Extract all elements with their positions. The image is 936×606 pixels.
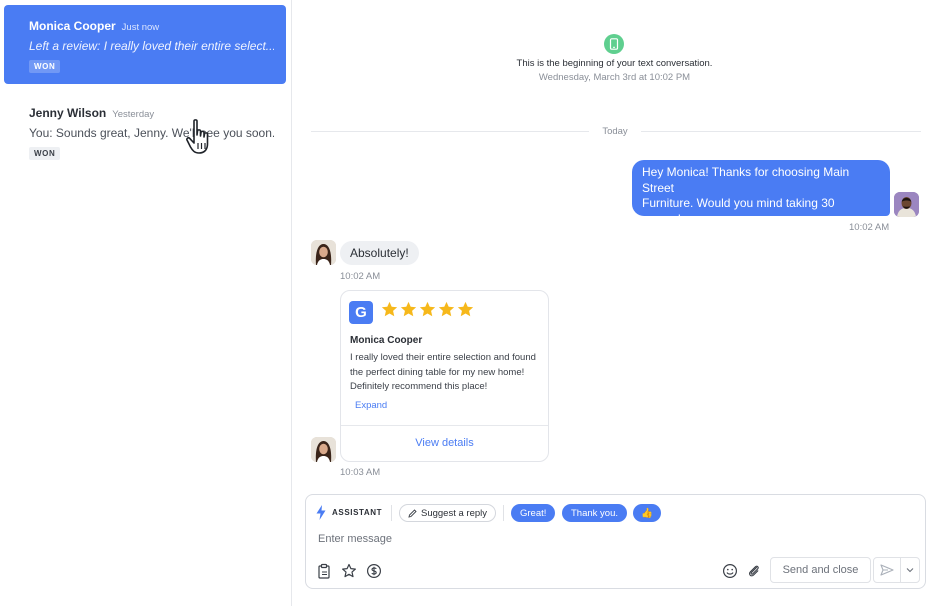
conversation-start-text: This is the beginning of your text conve… — [516, 58, 713, 69]
card-divider — [341, 425, 548, 426]
toolbar-divider — [391, 505, 392, 521]
star-icon — [438, 301, 455, 317]
day-divider-line — [311, 131, 589, 132]
star-rating — [381, 301, 474, 318]
send-icon — [880, 564, 894, 576]
conversation-item-monica[interactable]: Monica Cooper Just now Left a review: I … — [4, 5, 286, 84]
message-input[interactable] — [318, 533, 718, 545]
dollar-icon[interactable] — [366, 563, 382, 579]
hand-cursor-icon — [186, 119, 209, 154]
send-and-close-button[interactable]: Send and close — [770, 557, 871, 583]
view-details-button[interactable]: View details — [341, 437, 548, 449]
quick-reply-great[interactable]: Great! — [511, 504, 556, 522]
conversation-start-date: Wednesday, March 3rd at 10:02 PM — [538, 72, 691, 83]
status-badge: WON — [29, 147, 61, 160]
star-icon — [381, 301, 398, 317]
day-divider-line — [641, 131, 921, 132]
toolbar-divider — [503, 505, 504, 521]
assistant-label: ASSISTANT — [332, 508, 383, 517]
avatar — [311, 437, 336, 462]
incoming-message: Absolutely! — [340, 241, 419, 265]
conversation-list: Monica Cooper Just now Left a review: I … — [0, 0, 292, 606]
conversation-preview: Left a review: I really loved their enti… — [29, 39, 274, 53]
phone-icon — [604, 34, 624, 54]
conversation-item-jenny[interactable]: Jenny Wilson Yesterday You: Sounds great… — [4, 92, 286, 160]
app: Monica Cooper Just now Left a review: I … — [0, 0, 936, 606]
message-time: 10:03 AM — [340, 467, 381, 478]
star-icon — [400, 301, 417, 317]
conversation-preview: You: Sounds great, Jenny. We'll see you … — [29, 126, 274, 140]
conversation-name: Jenny Wilson — [29, 106, 107, 120]
emoji-icon[interactable] — [722, 563, 738, 579]
expand-link[interactable]: Expand — [355, 400, 387, 411]
quick-reply-thumbs-up[interactable]: 👍 — [633, 504, 661, 522]
avatar — [311, 240, 336, 265]
clipboard-icon[interactable] — [316, 563, 332, 579]
review-card: G Monica Cooper I really loved their ent… — [340, 290, 549, 462]
review-text: I really loved their entire selection an… — [350, 352, 536, 392]
day-divider-label: Today — [602, 126, 628, 137]
review-link[interactable]: https://podium.co/xYz1234 — [642, 243, 783, 257]
pencil-icon — [408, 508, 417, 518]
google-logo-icon: G — [349, 301, 373, 324]
conversation-time: Just now — [121, 22, 160, 33]
star-icon — [419, 301, 436, 317]
send-options-button[interactable] — [900, 557, 920, 583]
outgoing-message: Hey Monica! Thanks for choosing Main Str… — [632, 160, 890, 257]
star-outline-icon[interactable] — [341, 563, 357, 579]
assistant-button[interactable]: ASSISTANT — [316, 505, 382, 520]
quick-reply-thank-you[interactable]: Thank you. — [562, 504, 627, 522]
reviewer-name: Monica Cooper — [350, 335, 423, 346]
chevron-down-icon — [906, 568, 914, 573]
conversation-time: Yesterday — [112, 109, 155, 120]
star-icon — [457, 301, 474, 317]
message-time: 10:02 AM — [849, 222, 890, 233]
status-badge: WON — [29, 60, 61, 73]
suggest-reply-button[interactable]: Suggest a reply — [399, 504, 497, 522]
avatar — [894, 192, 919, 217]
lightning-icon — [316, 505, 326, 520]
conversation-name: Monica Cooper — [29, 19, 116, 33]
message-time: 10:02 AM — [340, 271, 381, 282]
message-composer: ASSISTANT Suggest a reply Great! Thank y… — [305, 494, 926, 589]
conversation-thread: This is the beginning of your text conve… — [293, 0, 936, 606]
send-button[interactable] — [873, 557, 901, 583]
paperclip-icon[interactable] — [746, 563, 762, 579]
